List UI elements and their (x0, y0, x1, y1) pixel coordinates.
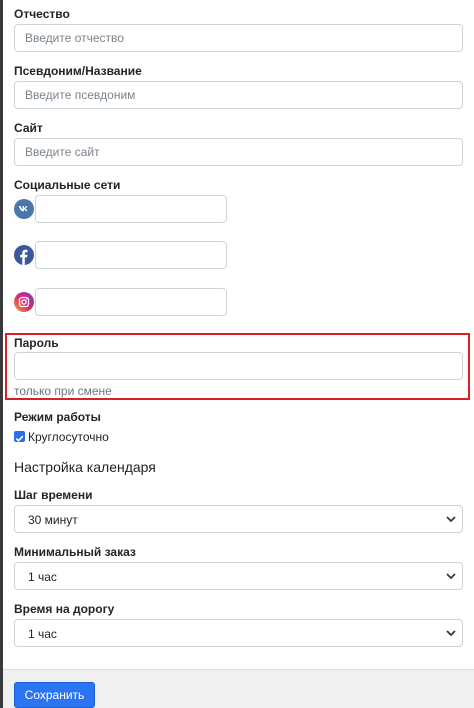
left-border (0, 0, 3, 708)
password-help-text: только при смене (14, 384, 112, 398)
social-networks-label: Социальные сети (14, 178, 121, 192)
checkmark-icon (15, 435, 24, 442)
calendar-settings-heading: Настройка календаря (14, 459, 156, 475)
facebook-icon (14, 245, 34, 265)
password-input[interactable] (14, 352, 463, 380)
min-order-value: 1 час (28, 570, 57, 584)
chevron-down-icon (446, 573, 456, 580)
nickname-input[interactable] (14, 81, 463, 109)
round-the-clock-checkbox[interactable] (14, 431, 25, 442)
vk-input[interactable] (35, 195, 227, 223)
travel-time-select[interactable]: 1 час (14, 619, 463, 647)
nickname-label: Псевдоним/Название (14, 64, 142, 78)
min-order-select[interactable]: 1 час (14, 562, 463, 590)
site-input[interactable] (14, 138, 463, 166)
travel-time-label: Время на дорогу (14, 602, 115, 616)
patronymic-label: Отчество (14, 7, 70, 21)
travel-time-value: 1 час (28, 627, 57, 641)
facebook-input[interactable] (35, 241, 227, 269)
save-button[interactable]: Сохранить (14, 682, 95, 708)
work-mode-label: Режим работы (14, 410, 101, 424)
password-label: Пароль (14, 336, 59, 350)
time-step-value: 30 минут (28, 513, 78, 527)
chevron-down-icon (446, 516, 456, 523)
time-step-label: Шаг времени (14, 488, 93, 502)
min-order-label: Минимальный заказ (14, 545, 136, 559)
chevron-down-icon (446, 630, 456, 637)
instagram-icon (14, 292, 34, 312)
round-the-clock-label[interactable]: Круглосуточно (28, 430, 109, 444)
patronymic-input[interactable] (14, 24, 463, 52)
time-step-select[interactable]: 30 минут (14, 505, 463, 533)
vk-icon (14, 199, 34, 219)
instagram-input[interactable] (35, 288, 227, 316)
site-label: Сайт (14, 121, 43, 135)
